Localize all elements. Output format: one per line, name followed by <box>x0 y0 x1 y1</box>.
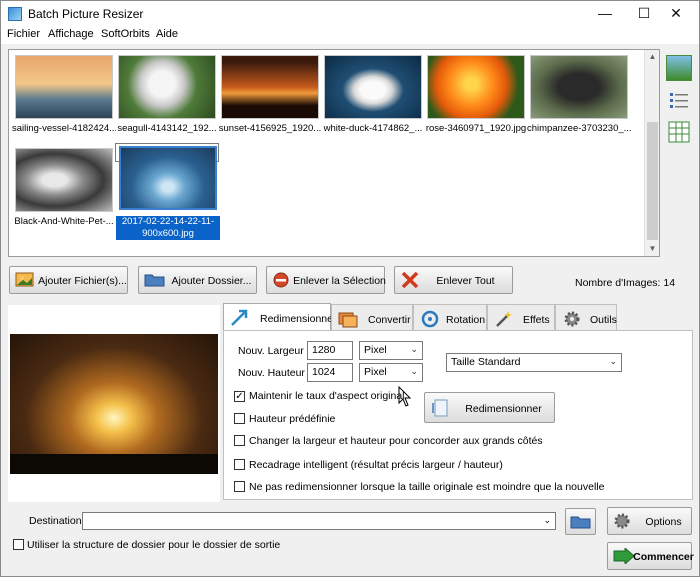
menu-bar: Fichier Affichage SoftOrbits Aide <box>1 27 699 44</box>
gallery-item[interactable]: seagull-4143142_192... <box>115 53 219 143</box>
predefined-height-label: Hauteur prédéfinie <box>249 413 336 425</box>
match-long-sides-label: Changer la largeur et hauteur pour conco… <box>249 435 543 447</box>
resize-panel: Nouv. Largeur 1280 Pixel ⌄ Nouv. Hauteur … <box>223 330 693 500</box>
destination-label: Destination <box>29 515 82 527</box>
thumbnail-image <box>427 55 525 119</box>
scroll-down-icon[interactable]: ▼ <box>645 244 660 253</box>
thumbnail-image <box>530 55 628 119</box>
gallery-item[interactable]: white-duck-4174862_... <box>321 53 425 143</box>
no-upscale-checkbox[interactable] <box>234 481 245 492</box>
width-label: Nouv. Largeur <box>238 345 304 357</box>
chevron-down-icon: ⌄ <box>609 356 617 366</box>
gallery-item[interactable]: sailing-vessel-4182424... <box>12 53 116 143</box>
smart-crop-checkbox[interactable] <box>234 459 245 470</box>
tab-rotation[interactable]: Rotation <box>413 304 487 331</box>
smart-crop-label: Recadrage intelligent (résultat précis l… <box>249 459 503 471</box>
folder-structure-checkbox[interactable] <box>13 539 24 550</box>
magic-wand-icon <box>494 310 514 328</box>
remove-all-button[interactable]: Enlever Tout <box>394 266 513 294</box>
image-gallery[interactable]: sailing-vessel-4182424... seagull-414314… <box>8 49 660 257</box>
app-window: Batch Picture Resizer — ☐ ✕ Fichier Affi… <box>0 0 700 577</box>
gallery-scrollbar[interactable]: ▲ ▼ <box>644 50 659 256</box>
menu-fichier[interactable]: Fichier <box>7 28 40 40</box>
maintain-aspect-checkbox[interactable]: ✓ <box>234 391 245 402</box>
thumbnail-caption: chimpanzee-3703230_... <box>527 123 631 134</box>
thumbnail-image <box>15 148 113 212</box>
thumbnail-caption: sunset-4156925_1920... <box>218 123 322 134</box>
gallery-item-selected[interactable]: 2017-02-22-14-22-11-900x600.jpg <box>115 143 220 240</box>
standard-size-select[interactable]: Taille Standard ⌄ <box>446 353 622 372</box>
preview-treeline <box>10 454 218 474</box>
start-label: Commencer <box>633 551 694 563</box>
tab-bar: Redimensionner Convertir Rotation Effets… <box>223 303 693 332</box>
maintain-aspect-label: Maintenir le taux d'aspect original <box>249 390 405 402</box>
thumbnail-image <box>221 55 319 119</box>
thumbnail-caption: Black-And-White-Pet-... <box>14 216 114 227</box>
resize-icon <box>230 309 250 327</box>
thumbnail-view-icon[interactable] <box>666 55 692 81</box>
thumbnail-caption: white-duck-4174862_... <box>323 123 423 134</box>
menu-softorbits[interactable]: SoftOrbits <box>101 28 150 40</box>
gallery-item[interactable]: sunset-4156925_1920... <box>218 53 322 143</box>
options-button[interactable]: Options <box>607 507 692 535</box>
gallery-item[interactable]: chimpanzee-3703230_... <box>527 53 631 143</box>
rotation-icon <box>420 310 440 328</box>
thumbnail-image <box>324 55 422 119</box>
chevron-down-icon: ⌄ <box>543 515 551 525</box>
thumbnail-image <box>15 55 113 119</box>
destination-input[interactable]: ⌄ <box>82 512 556 530</box>
add-folder-button[interactable]: Ajouter Dossier... <box>138 266 257 294</box>
thumbnail-image <box>118 55 216 119</box>
remove-selection-label: Enlever la Sélection <box>293 275 386 287</box>
remove-selection-button[interactable]: Enlever la Sélection <box>266 266 386 294</box>
resize-button-label: Redimensionner <box>465 403 542 415</box>
no-upscale-label: Ne pas redimensionner lorsque la taille … <box>249 481 605 493</box>
predefined-height-checkbox[interactable] <box>234 413 245 424</box>
tab-convertir[interactable]: Convertir <box>331 304 413 331</box>
menu-aide[interactable]: Aide <box>156 28 178 40</box>
chevron-down-icon: ⌄ <box>410 366 418 376</box>
gallery-item[interactable]: rose-3460971_1920.jpg <box>424 53 528 143</box>
thumbnail-caption: rose-3460971_1920.jpg <box>425 123 527 134</box>
gallery-item[interactable]: Black-And-White-Pet-... <box>12 146 116 236</box>
list-view-icon[interactable] <box>666 88 692 114</box>
width-input[interactable]: 1280 <box>307 341 353 360</box>
height-input[interactable]: 1024 <box>307 363 353 382</box>
details-view-icon[interactable] <box>666 119 692 145</box>
thumbnail-image <box>119 146 217 210</box>
scrollbar-thumb[interactable] <box>647 122 658 240</box>
image-count: Nombre d'Images: 14 <box>575 277 676 289</box>
width-unit-select[interactable]: Pixel ⌄ <box>359 341 423 360</box>
convert-icon <box>338 310 358 328</box>
image-preview <box>8 305 220 502</box>
thumbnail-caption: seagull-4143142_192... <box>117 123 217 134</box>
start-button[interactable]: Commencer <box>607 542 694 570</box>
app-icon <box>8 7 22 21</box>
height-unit-select[interactable]: Pixel ⌄ <box>359 363 423 382</box>
resize-button[interactable]: Redimensionner <box>424 392 555 423</box>
options-label: Options <box>645 516 682 528</box>
window-title: Batch Picture Resizer <box>28 7 144 21</box>
tab-effets[interactable]: Effets <box>487 304 555 331</box>
add-folder-label: Ajouter Dossier... <box>171 275 252 287</box>
thumbnail-caption: sailing-vessel-4182424... <box>12 123 116 134</box>
scroll-up-icon[interactable]: ▲ <box>645 52 660 61</box>
add-files-button[interactable]: Ajouter Fichier(s)... <box>9 266 128 294</box>
add-files-label: Ajouter Fichier(s)... <box>38 275 127 287</box>
gear-icon <box>562 310 582 328</box>
thumbnail-caption: 2017-02-22-14-22-11-900x600.jpg <box>116 216 220 240</box>
remove-all-label: Enlever Tout <box>436 275 495 287</box>
browse-folder-button[interactable] <box>565 508 596 535</box>
title-bar: Batch Picture Resizer — ☐ ✕ <box>1 1 699 27</box>
menu-affichage[interactable]: Affichage <box>48 28 94 40</box>
open-folder-icon <box>570 514 592 530</box>
height-label: Nouv. Hauteur <box>238 367 305 379</box>
chevron-down-icon: ⌄ <box>410 344 418 354</box>
preview-image <box>10 334 218 474</box>
close-button[interactable]: ✕ <box>653 1 699 27</box>
tab-outils[interactable]: Outils <box>555 304 617 331</box>
folder-structure-label: Utiliser la structure de dossier pour le… <box>27 539 281 551</box>
tab-redimensionner[interactable]: Redimensionner <box>223 303 336 332</box>
match-long-sides-checkbox[interactable] <box>234 435 245 446</box>
